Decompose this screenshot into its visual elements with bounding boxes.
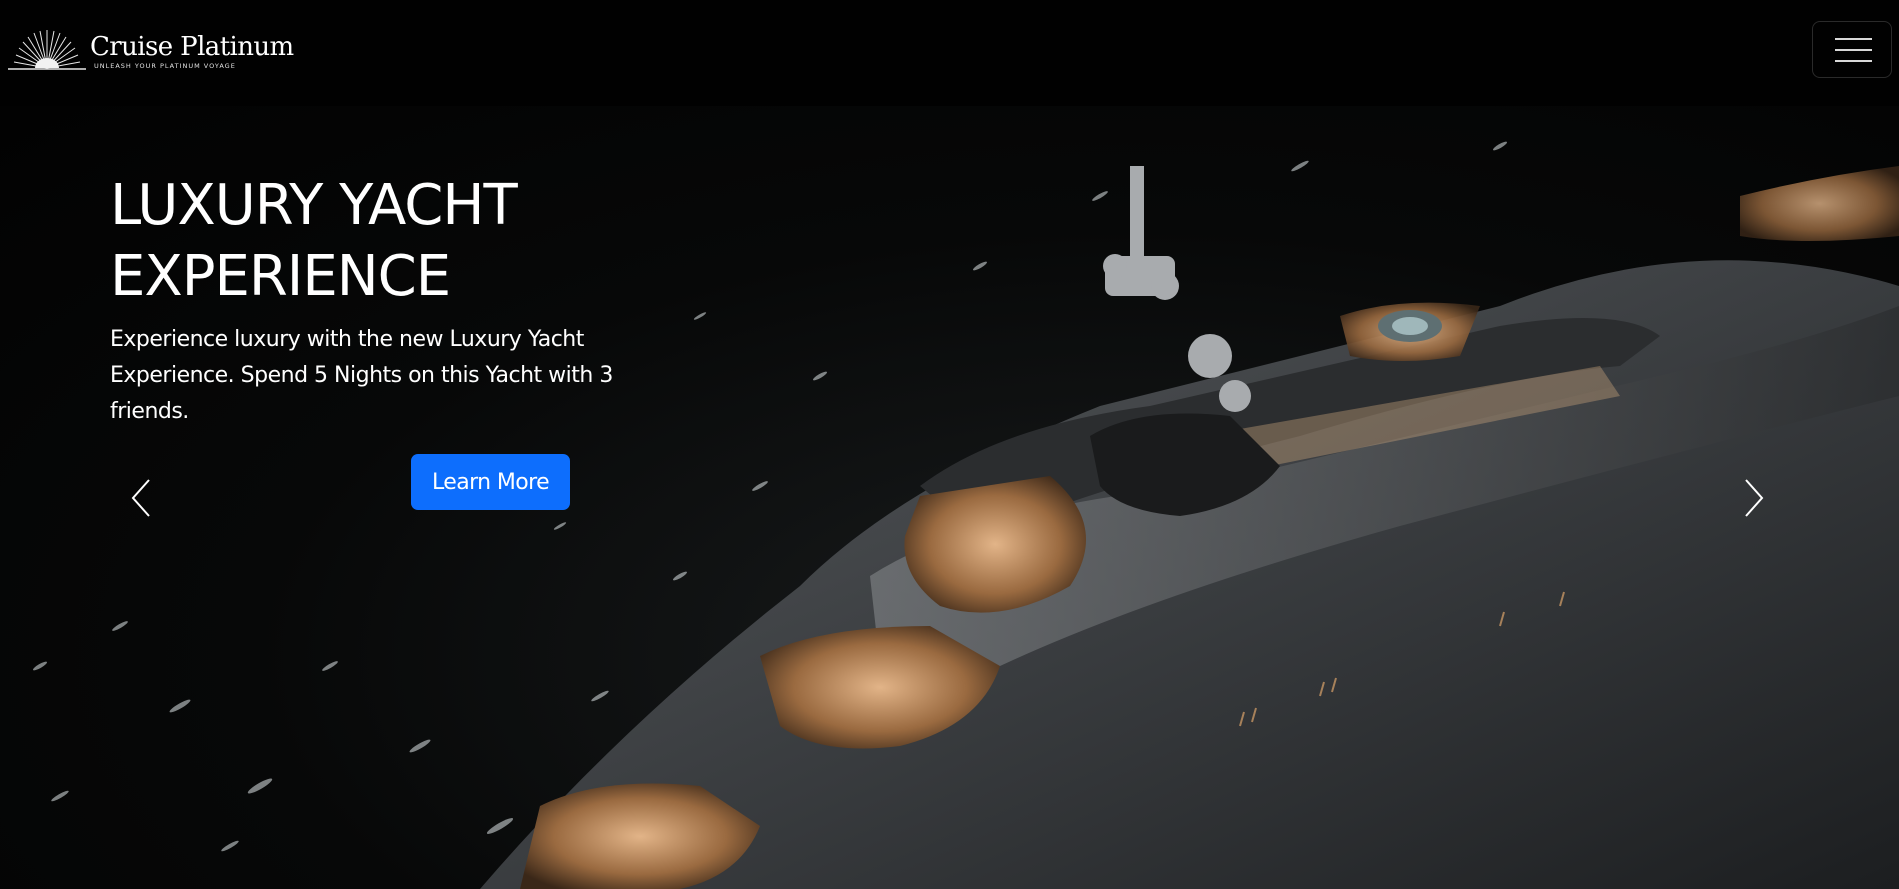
hero-carousel: LUXURY YACHT EXPERIENCE Experience luxur… <box>0 106 1899 889</box>
carousel-caption: LUXURY YACHT EXPERIENCE Experience luxur… <box>110 170 650 430</box>
carousel-prev-button[interactable] <box>127 476 157 520</box>
hamburger-menu-icon <box>1835 60 1872 62</box>
slide-description: Experience luxury with the new Luxury Ya… <box>110 327 613 424</box>
navbar-toggler-button[interactable] <box>1812 21 1892 78</box>
chevron-left-icon <box>131 479 150 517</box>
slide-title: LUXURY YACHT EXPERIENCE <box>110 173 518 309</box>
carousel-next-button[interactable] <box>1738 476 1768 520</box>
chevron-right-icon <box>1745 479 1764 517</box>
brand-tagline: UNLEASH YOUR PLATINUM VOYAGE <box>94 62 236 70</box>
learn-more-button[interactable]: Learn More <box>411 454 570 510</box>
hamburger-menu-icon <box>1835 38 1872 40</box>
navbar: Cruise Platinum UNLEASH YOUR PLATINUM VO… <box>0 0 1899 106</box>
sunburst-logo-icon <box>8 30 86 70</box>
brand-name: Cruise Platinum <box>90 32 294 62</box>
hamburger-menu-icon <box>1835 49 1872 51</box>
